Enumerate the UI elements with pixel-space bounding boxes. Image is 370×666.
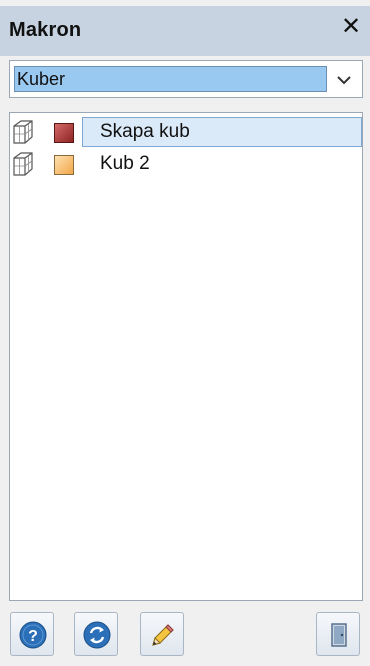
- pencil-icon: [152, 624, 174, 646]
- close-button[interactable]: ✕: [340, 13, 362, 40]
- svg-text:?: ?: [28, 628, 38, 645]
- help-icon: ?: [19, 621, 47, 649]
- macro-list: Skapa kub Kub 2: [9, 112, 363, 601]
- macro-label: Kub 2: [100, 153, 150, 174]
- help-button[interactable]: ?: [10, 612, 54, 656]
- panel-footer: ?: [0, 604, 370, 666]
- refresh-button[interactable]: [74, 612, 118, 656]
- macro-panel: Makron ✕ Kuber Skapa kub Kub 2 ?: [0, 0, 370, 666]
- color-swatch: [54, 123, 74, 143]
- macro-label: Skapa kub: [82, 117, 362, 147]
- cube-icon: [13, 120, 33, 144]
- cube-icon: [13, 152, 33, 176]
- color-swatch: [54, 155, 74, 175]
- chevron-down-icon[interactable]: [332, 68, 356, 92]
- close-icon: ✕: [340, 13, 362, 40]
- list-item[interactable]: Kub 2: [10, 149, 362, 179]
- exit-door-icon: [331, 623, 347, 647]
- edit-button[interactable]: [140, 612, 184, 656]
- list-item[interactable]: Skapa kub: [10, 117, 362, 147]
- macro-group-dropdown[interactable]: Kuber: [9, 60, 363, 98]
- panel-titlebar: Makron ✕: [0, 6, 370, 56]
- refresh-icon: [83, 621, 111, 649]
- panel-title: Makron: [9, 19, 82, 41]
- dropdown-selected-value: Kuber: [14, 66, 327, 92]
- exit-button[interactable]: [316, 612, 360, 656]
